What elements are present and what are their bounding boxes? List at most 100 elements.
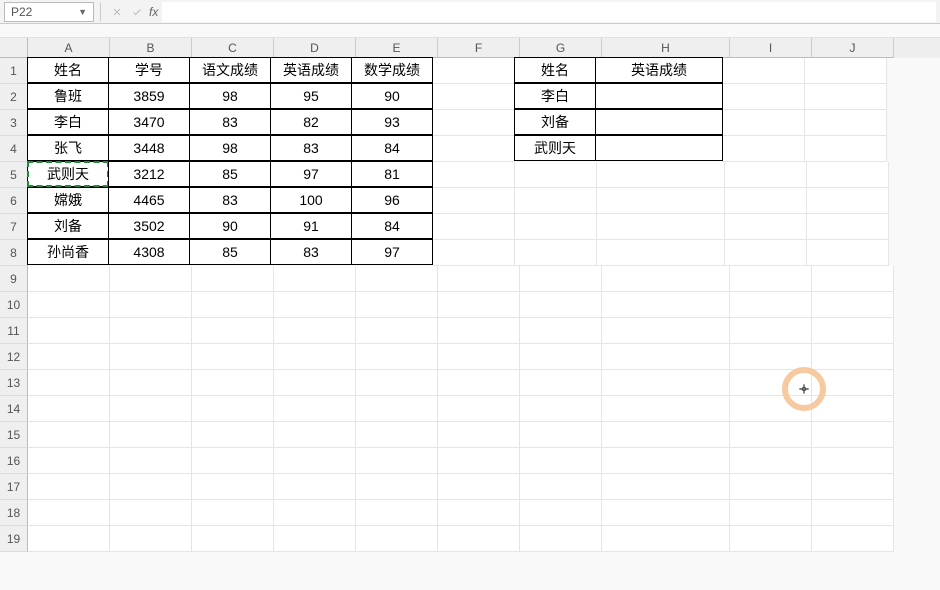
cell-B19[interactable] [110, 526, 192, 552]
cell-I16[interactable] [730, 448, 812, 474]
cell-E9[interactable] [356, 266, 438, 292]
cell-F13[interactable] [438, 370, 520, 396]
cell-B8[interactable]: 4308 [108, 239, 190, 265]
cell-J10[interactable] [812, 292, 894, 318]
cell-B2[interactable]: 3859 [108, 83, 190, 109]
cell-A10[interactable] [28, 292, 110, 318]
cell-G12[interactable] [520, 344, 602, 370]
cell-J19[interactable] [812, 526, 894, 552]
cell-C17[interactable] [192, 474, 274, 500]
cell-F5[interactable] [433, 162, 515, 188]
cell-I17[interactable] [730, 474, 812, 500]
cell-A11[interactable] [28, 318, 110, 344]
cell-E3[interactable]: 93 [351, 109, 433, 135]
cell-H6[interactable] [597, 188, 725, 214]
row-header-7[interactable]: 7 [0, 214, 28, 240]
row-header-16[interactable]: 16 [0, 448, 28, 474]
cell-I11[interactable] [730, 318, 812, 344]
cell-G16[interactable] [520, 448, 602, 474]
cell-D13[interactable] [274, 370, 356, 396]
cell-C6[interactable]: 83 [189, 187, 271, 213]
cell-G3[interactable]: 刘备 [514, 109, 596, 135]
cell-H8[interactable] [597, 240, 725, 266]
cell-H7[interactable] [597, 214, 725, 240]
cell-A15[interactable] [28, 422, 110, 448]
cell-G8[interactable] [515, 240, 597, 266]
cell-B9[interactable] [110, 266, 192, 292]
cell-D16[interactable] [274, 448, 356, 474]
cell-G11[interactable] [520, 318, 602, 344]
row-header-17[interactable]: 17 [0, 474, 28, 500]
cell-I19[interactable] [730, 526, 812, 552]
cell-A8[interactable]: 孙尚香 [27, 239, 109, 265]
cell-H18[interactable] [602, 500, 730, 526]
cell-A14[interactable] [28, 396, 110, 422]
cell-J7[interactable] [807, 214, 889, 240]
cell-C5[interactable]: 85 [189, 161, 271, 187]
cell-H17[interactable] [602, 474, 730, 500]
cell-G4[interactable]: 武则天 [514, 135, 596, 161]
row-header-13[interactable]: 13 [0, 370, 28, 396]
row-header-19[interactable]: 19 [0, 526, 28, 552]
cell-H4[interactable] [595, 135, 723, 161]
cell-I10[interactable] [730, 292, 812, 318]
cell-E2[interactable]: 90 [351, 83, 433, 109]
cell-J15[interactable] [812, 422, 894, 448]
cell-G18[interactable] [520, 500, 602, 526]
cell-G17[interactable] [520, 474, 602, 500]
cell-E17[interactable] [356, 474, 438, 500]
cell-C16[interactable] [192, 448, 274, 474]
cell-A16[interactable] [28, 448, 110, 474]
cell-A4[interactable]: 张飞 [27, 135, 109, 161]
cell-B16[interactable] [110, 448, 192, 474]
cell-A12[interactable] [28, 344, 110, 370]
cell-J18[interactable] [812, 500, 894, 526]
cell-F4[interactable] [433, 136, 515, 162]
cell-B15[interactable] [110, 422, 192, 448]
cell-A19[interactable] [28, 526, 110, 552]
cell-E10[interactable] [356, 292, 438, 318]
cell-H5[interactable] [597, 162, 725, 188]
cell-A7[interactable]: 刘备 [27, 213, 109, 239]
cell-C15[interactable] [192, 422, 274, 448]
cell-H2[interactable] [595, 83, 723, 109]
col-header-F[interactable]: F [438, 38, 520, 58]
cell-H19[interactable] [602, 526, 730, 552]
cell-G7[interactable] [515, 214, 597, 240]
row-header-6[interactable]: 6 [0, 188, 28, 214]
cell-J14[interactable] [812, 396, 894, 422]
cell-I1[interactable] [723, 58, 805, 84]
cancel-icon[interactable] [107, 2, 127, 22]
cell-E8[interactable]: 97 [351, 239, 433, 265]
cell-B7[interactable]: 3502 [108, 213, 190, 239]
cell-H13[interactable] [602, 370, 730, 396]
cell-I4[interactable] [723, 136, 805, 162]
cell-H1[interactable]: 英语成绩 [595, 57, 723, 83]
cell-B10[interactable] [110, 292, 192, 318]
confirm-icon[interactable] [127, 2, 147, 22]
cell-C14[interactable] [192, 396, 274, 422]
cell-C3[interactable]: 83 [189, 109, 271, 135]
chevron-down-icon[interactable]: ▼ [78, 7, 87, 17]
col-header-E[interactable]: E [356, 38, 438, 58]
cell-F11[interactable] [438, 318, 520, 344]
cell-E1[interactable]: 数学成绩 [351, 57, 433, 83]
cell-J16[interactable] [812, 448, 894, 474]
cell-D8[interactable]: 83 [270, 239, 352, 265]
cell-C7[interactable]: 90 [189, 213, 271, 239]
cell-I2[interactable] [723, 84, 805, 110]
cell-I15[interactable] [730, 422, 812, 448]
row-header-9[interactable]: 9 [0, 266, 28, 292]
cell-F9[interactable] [438, 266, 520, 292]
cell-F1[interactable] [433, 58, 515, 84]
cell-B3[interactable]: 3470 [108, 109, 190, 135]
fx-label[interactable]: fx [149, 5, 158, 19]
cell-F12[interactable] [438, 344, 520, 370]
cell-I7[interactable] [725, 214, 807, 240]
cell-A3[interactable]: 李白 [27, 109, 109, 135]
cell-D14[interactable] [274, 396, 356, 422]
cell-D3[interactable]: 82 [270, 109, 352, 135]
cell-E15[interactable] [356, 422, 438, 448]
cell-F7[interactable] [433, 214, 515, 240]
cell-E12[interactable] [356, 344, 438, 370]
